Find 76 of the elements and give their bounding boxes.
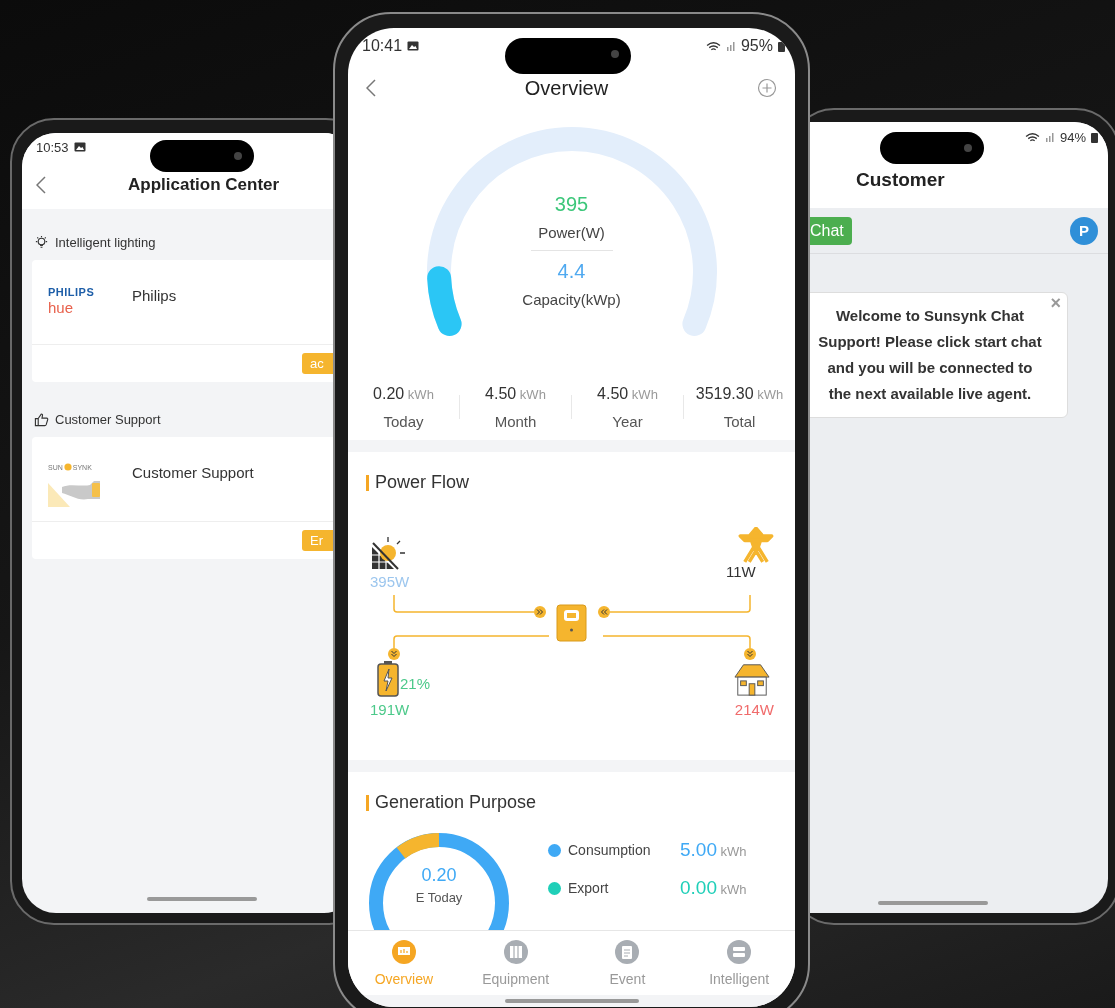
energy-value: 3519.30 kWh — [695, 384, 784, 403]
inverter-icon — [556, 604, 587, 642]
app-name: Customer Support — [132, 464, 254, 481]
battery-icon — [778, 40, 785, 52]
wifi-icon — [705, 40, 721, 52]
welcome-message: Welcome to Sunsynk Chat Support! Please click start chat and you will be connected to the next available live agent. — [817, 306, 1043, 404]
energy-value: 4.50 kWh — [597, 384, 658, 403]
capacity-label: Capacity(kWp) — [522, 290, 621, 310]
donut-label: E Today — [415, 890, 463, 905]
status-time: 10:41 — [362, 37, 403, 55]
power-value: 395 — [554, 192, 589, 217]
section-title: Power Flow — [375, 472, 470, 493]
signal-icon — [725, 41, 736, 51]
light-bulb-icon — [34, 235, 49, 250]
solar-panel-icon — [370, 535, 406, 571]
page-title: Overview — [524, 76, 609, 100]
capacity-value: 4.4 — [557, 259, 586, 284]
period-label: Today — [383, 412, 424, 430]
legend-value: 5.00 kWh — [680, 839, 747, 861]
house-icon — [734, 661, 770, 697]
close-button[interactable]: × — [1050, 293, 1061, 314]
tab-item[interactable]: Intelligent — [683, 931, 795, 995]
image-icon — [407, 41, 420, 51]
direction-arrow-icon — [534, 606, 546, 618]
period-label: Year — [612, 412, 643, 430]
direction-arrow-icon — [388, 648, 400, 660]
action-button[interactable]: Er — [302, 530, 333, 551]
section-heading: Intelligent lighting — [55, 235, 156, 250]
action-button[interactable]: ac — [302, 353, 333, 374]
image-icon — [73, 142, 86, 152]
battery-percentage: 21% — [400, 675, 431, 692]
server-icon — [727, 939, 752, 964]
power-reading: 395W — [370, 573, 411, 590]
battery-icon — [1091, 131, 1098, 143]
sun-icon — [63, 463, 72, 471]
power-reading: 191W — [370, 701, 411, 718]
power-reading: 11W — [726, 563, 757, 580]
section-heading: Customer Support — [55, 412, 161, 427]
cabinet-icon — [503, 939, 528, 964]
thumbs-up-icon — [34, 412, 49, 427]
direction-arrow-icon — [744, 648, 756, 660]
app-name: Philips — [132, 287, 177, 304]
power-label: Power(W) — [538, 223, 605, 243]
page-title: Application Center — [128, 175, 280, 195]
brand-logo-text: hue — [48, 300, 75, 315]
energy-value: 0.20 kWh — [373, 384, 434, 403]
monitor-chart-icon — [391, 939, 416, 964]
legend-label: Consumption — [568, 842, 652, 858]
accent-bar — [366, 794, 369, 811]
period-label: Month — [494, 412, 537, 430]
app-card[interactable]: PHILIPS hue Philips ac — [32, 260, 333, 382]
battery-percentage: 95% — [740, 37, 773, 55]
section-title: Generation Purpose — [375, 792, 537, 813]
accent-bar — [366, 474, 369, 491]
power-reading: 214W — [733, 701, 774, 718]
page-title: Customer — [856, 169, 945, 191]
tab-item[interactable]: Overview — [348, 931, 460, 995]
energy-value: 4.50 kWh — [485, 384, 546, 403]
chat-button[interactable]: Chat — [808, 216, 852, 245]
tab-item[interactable]: Event — [571, 931, 684, 995]
direction-arrow-icon — [598, 606, 610, 618]
period-label: Total — [723, 412, 756, 430]
wifi-icon — [1024, 131, 1040, 143]
back-icon[interactable] — [36, 176, 46, 194]
brand-logo-text: PHILIPS — [48, 286, 96, 298]
add-icon[interactable] — [757, 78, 777, 98]
user-avatar[interactable]: P — [1070, 216, 1098, 245]
battery-percentage: 94% — [1059, 129, 1086, 145]
status-time: 10:53 — [36, 139, 69, 155]
donut-value: 0.20 — [421, 865, 457, 886]
legend-value: 0.00 kWh — [680, 877, 747, 899]
back-icon[interactable] — [366, 79, 376, 97]
legend-label: Export — [568, 880, 610, 896]
tab-item[interactable]: Equipment — [459, 931, 572, 995]
signal-icon — [1044, 132, 1055, 142]
clipboard-icon — [615, 939, 640, 964]
